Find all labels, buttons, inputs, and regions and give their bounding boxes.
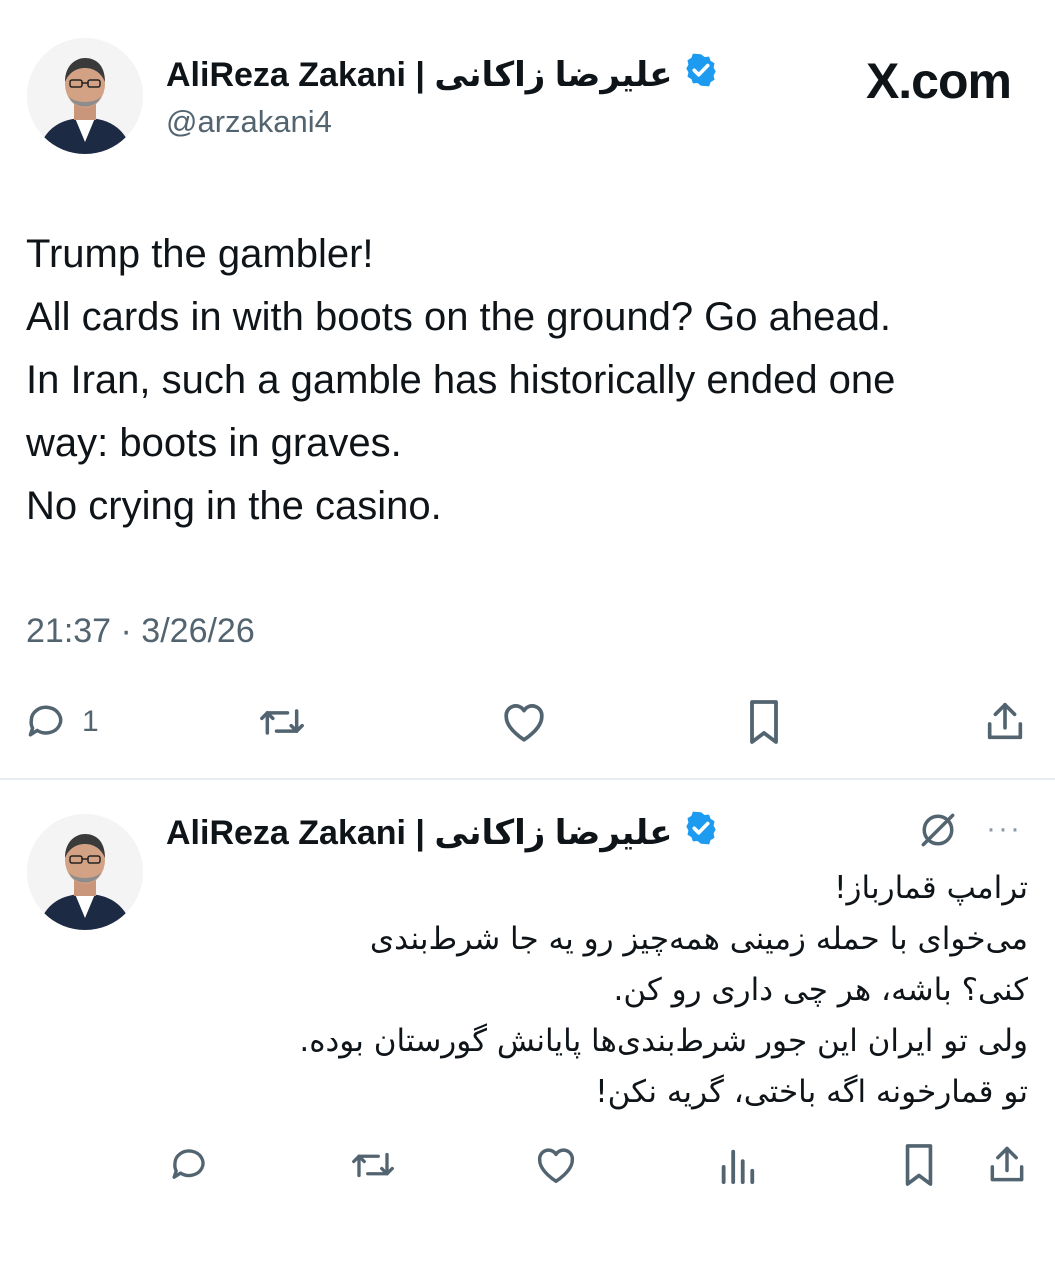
- tweet-text-rtl: ترامپ قمارباز! می‌خوای با حمله زمینی همه…: [148, 863, 1028, 1118]
- tweet-line: می‌خوای با حمله زمینی همه‌چیز رو یه جا ش…: [369, 921, 1028, 957]
- tweet-line: ترامپ قمارباز!: [834, 870, 1028, 906]
- more-options-button[interactable]: ···: [986, 812, 1022, 846]
- bookmark-button[interactable]: [898, 1142, 940, 1188]
- tweet-line: way: boots in graves.: [26, 421, 402, 465]
- bookmark-icon: [750, 700, 778, 744]
- tweet-line: کنی؟ باشه، هر چی داری رو کن.: [613, 972, 1028, 1008]
- retweet-button[interactable]: [350, 1144, 396, 1186]
- share-button[interactable]: [985, 1142, 1029, 1188]
- reply-button[interactable]: 1: [24, 700, 99, 744]
- like-button[interactable]: [533, 1142, 579, 1186]
- retweet-icon: [352, 1152, 394, 1178]
- brand-label: X.com: [865, 53, 1012, 109]
- verified-badge-icon: [683, 810, 719, 855]
- share-button[interactable]: [982, 698, 1028, 746]
- bookmark-button[interactable]: [742, 698, 786, 746]
- views-button[interactable]: [717, 1144, 757, 1186]
- tweet-divider: [0, 778, 1055, 780]
- author-name[interactable]: AliReza Zakani | علیرضا زاکانی: [166, 52, 719, 97]
- tweet-line: Trump the gambler!: [26, 232, 374, 276]
- retweet-icon: [260, 709, 304, 735]
- tweet-line: ولی تو ایران این جور شرط‌بندی‌ها پایانش …: [299, 1023, 1028, 1059]
- tweet-timestamp[interactable]: 21:37 · 3/26/26: [26, 612, 255, 651]
- author-name[interactable]: AliReza Zakani | علیرضا زاکانی: [166, 810, 719, 855]
- tweet-text: Trump the gambler! All cards in with boo…: [26, 223, 895, 538]
- reply-icon: [28, 705, 63, 737]
- like-icon: [537, 1148, 575, 1183]
- reply-button[interactable]: [168, 1144, 210, 1186]
- tweet-line: No crying in the casino.: [26, 484, 442, 528]
- tweet-line: تو قمارخونه اگه باختی، گریه نکن!: [595, 1074, 1028, 1110]
- bookmark-icon: [905, 1144, 933, 1186]
- views-icon: [721, 1149, 755, 1185]
- avatar-image: [27, 814, 143, 930]
- reply-icon: [172, 1149, 205, 1179]
- avatar-image: [27, 38, 143, 154]
- share-icon: [987, 702, 1023, 740]
- like-button[interactable]: [499, 698, 549, 744]
- tweet-line: All cards in with boots on the ground? G…: [26, 295, 891, 339]
- author-name-text: AliReza Zakani | علیرضا زاکانی: [166, 813, 673, 852]
- author-name-text: AliReza Zakani | علیرضا زاکانی: [166, 55, 673, 94]
- author-handle[interactable]: @arzakani4: [166, 104, 332, 140]
- author-avatar[interactable]: [27, 814, 143, 930]
- like-icon: [504, 704, 544, 742]
- author-avatar[interactable]: [27, 38, 143, 154]
- retweet-button[interactable]: [258, 700, 306, 744]
- verified-badge-icon: [683, 52, 719, 97]
- reply-count: 1: [82, 705, 99, 738]
- grok-icon[interactable]: [916, 808, 960, 857]
- tweet-line: In Iran, such a gamble has historically …: [26, 358, 896, 402]
- share-icon: [990, 1146, 1024, 1182]
